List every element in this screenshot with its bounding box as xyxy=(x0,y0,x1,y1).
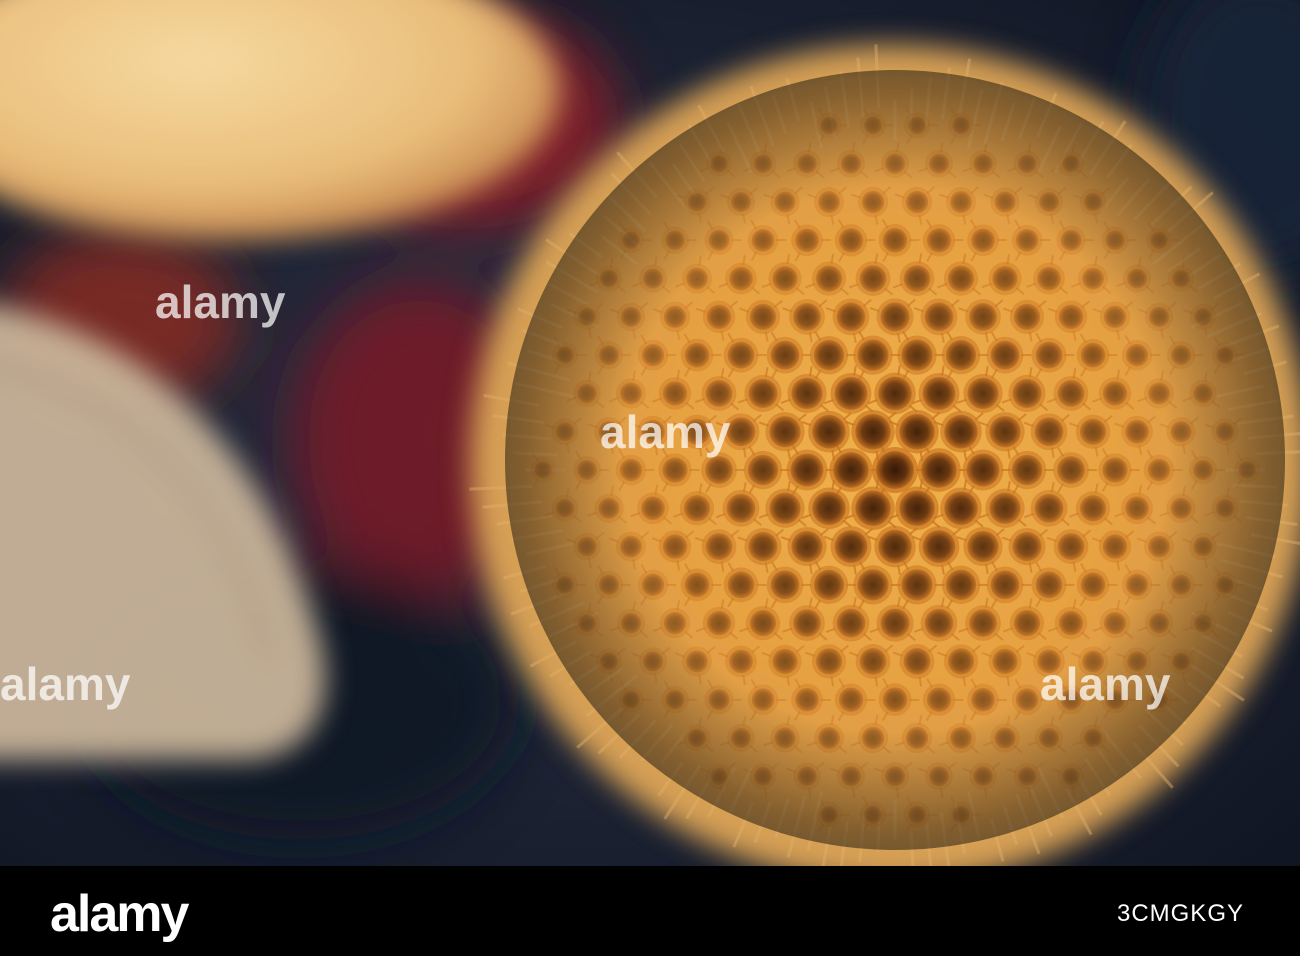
alamy-logo: alamy xyxy=(50,885,189,943)
image-stage: alamy alamy alamy alamy alamy 3CMGKGY xyxy=(0,0,1300,956)
watermark-2: alamy xyxy=(600,406,731,458)
watermark-3: alamy xyxy=(0,658,131,710)
image-code: 3CMGKGY xyxy=(1116,900,1244,927)
watermark-1: alamy xyxy=(155,276,286,328)
fungus-photo: alamy alamy alamy alamy xyxy=(0,0,1300,866)
footer-bar: alamy 3CMGKGY xyxy=(0,866,1300,956)
watermark-4: alamy xyxy=(1040,658,1171,710)
main-fungus xyxy=(469,44,1300,866)
